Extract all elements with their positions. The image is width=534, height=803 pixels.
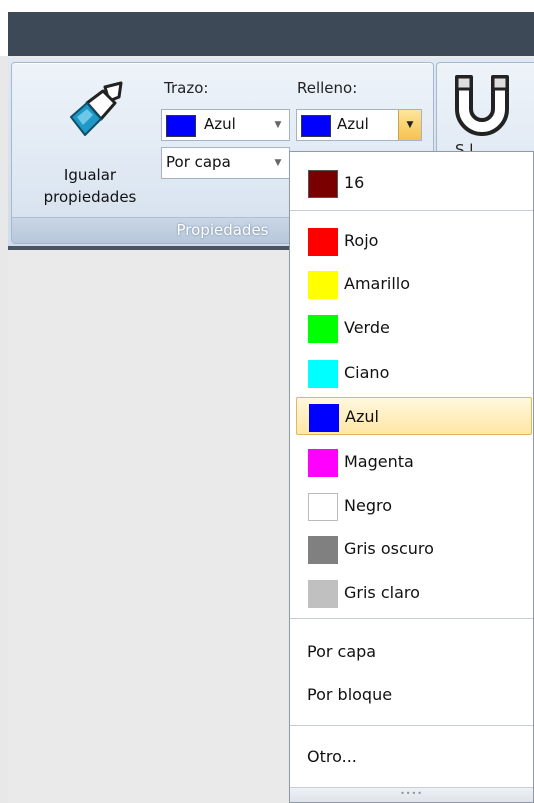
fill-color-value: Azul — [337, 115, 369, 133]
stroke-label: Trazo: — [164, 79, 209, 97]
color-item-label: Gris claro — [344, 583, 420, 602]
color-item-label: Azul — [345, 407, 379, 426]
color-item-verde[interactable]: Verde — [296, 309, 532, 347]
separator — [290, 725, 533, 726]
color-swatch — [308, 493, 338, 521]
color-item-negro[interactable]: Negro — [296, 487, 532, 525]
color-swatch — [308, 271, 338, 299]
color-item-label: Gris oscuro — [344, 539, 434, 558]
fill-label: Relleno: — [297, 79, 358, 97]
magnet-icon — [455, 75, 509, 136]
color-item-rojo[interactable]: Rojo — [296, 222, 532, 260]
fill-color-combo[interactable]: Azul ▼ — [296, 109, 422, 141]
color-dropdown-list: 16 Rojo Amarillo Verde Ciano Azul Magent… — [289, 151, 534, 803]
by-layer-option[interactable]: Por capa — [307, 642, 376, 661]
match-properties-label: Igualar propiedades — [20, 164, 160, 208]
match-properties-label-line2: propiedades — [43, 188, 137, 206]
color-swatch — [308, 228, 338, 256]
color-item-16[interactable]: 16 — [296, 164, 532, 202]
separator — [290, 210, 533, 211]
color-item-azul[interactable]: Azul — [296, 397, 532, 435]
color-swatch — [308, 580, 338, 608]
color-item-gris-claro[interactable]: Gris claro — [296, 574, 532, 612]
color-item-label: Negro — [344, 496, 392, 515]
color-item-label: Amarillo — [344, 274, 411, 293]
color-swatch — [309, 404, 339, 432]
color-item-label: Ciano — [344, 363, 390, 382]
color-item-label: Rojo — [344, 231, 379, 250]
resize-grip[interactable]: •••• — [290, 787, 533, 802]
linetype-value: Por capa — [166, 153, 231, 171]
color-item-magenta[interactable]: Magenta — [296, 443, 532, 481]
color-item-label: Magenta — [344, 452, 414, 471]
fill-color-swatch — [301, 115, 331, 137]
color-swatch — [308, 536, 338, 564]
color-item-gris-oscuro[interactable]: Gris oscuro — [296, 530, 532, 568]
color-swatch — [308, 170, 338, 198]
linetype-combo[interactable]: Por capa ▼ — [161, 147, 290, 179]
match-properties-label-line1: Igualar — [63, 166, 117, 184]
match-properties-button[interactable]: Igualar propiedades — [20, 81, 160, 221]
chevron-down-icon[interactable]: ▼ — [398, 110, 421, 140]
stroke-color-swatch — [166, 115, 196, 137]
color-item-label: 16 — [344, 173, 365, 192]
title-bar-dark — [8, 12, 534, 56]
separator — [290, 618, 533, 619]
chevron-down-icon[interactable]: ▼ — [267, 148, 289, 178]
by-block-option[interactable]: Por bloque — [307, 685, 392, 704]
color-item-amarillo[interactable]: Amarillo — [296, 265, 532, 303]
color-swatch — [308, 449, 338, 477]
chevron-down-icon[interactable]: ▼ — [267, 110, 289, 140]
color-item-label: Verde — [344, 318, 390, 337]
color-item-ciano[interactable]: Ciano — [296, 354, 532, 392]
paintbrush-icon — [70, 81, 123, 136]
other-color-option[interactable]: Otro... — [307, 747, 357, 766]
color-swatch — [308, 315, 338, 343]
stroke-color-combo[interactable]: Azul ▼ — [161, 109, 290, 141]
title-bar — [0, 0, 534, 56]
stroke-color-value: Azul — [204, 115, 236, 133]
color-swatch — [308, 360, 338, 388]
